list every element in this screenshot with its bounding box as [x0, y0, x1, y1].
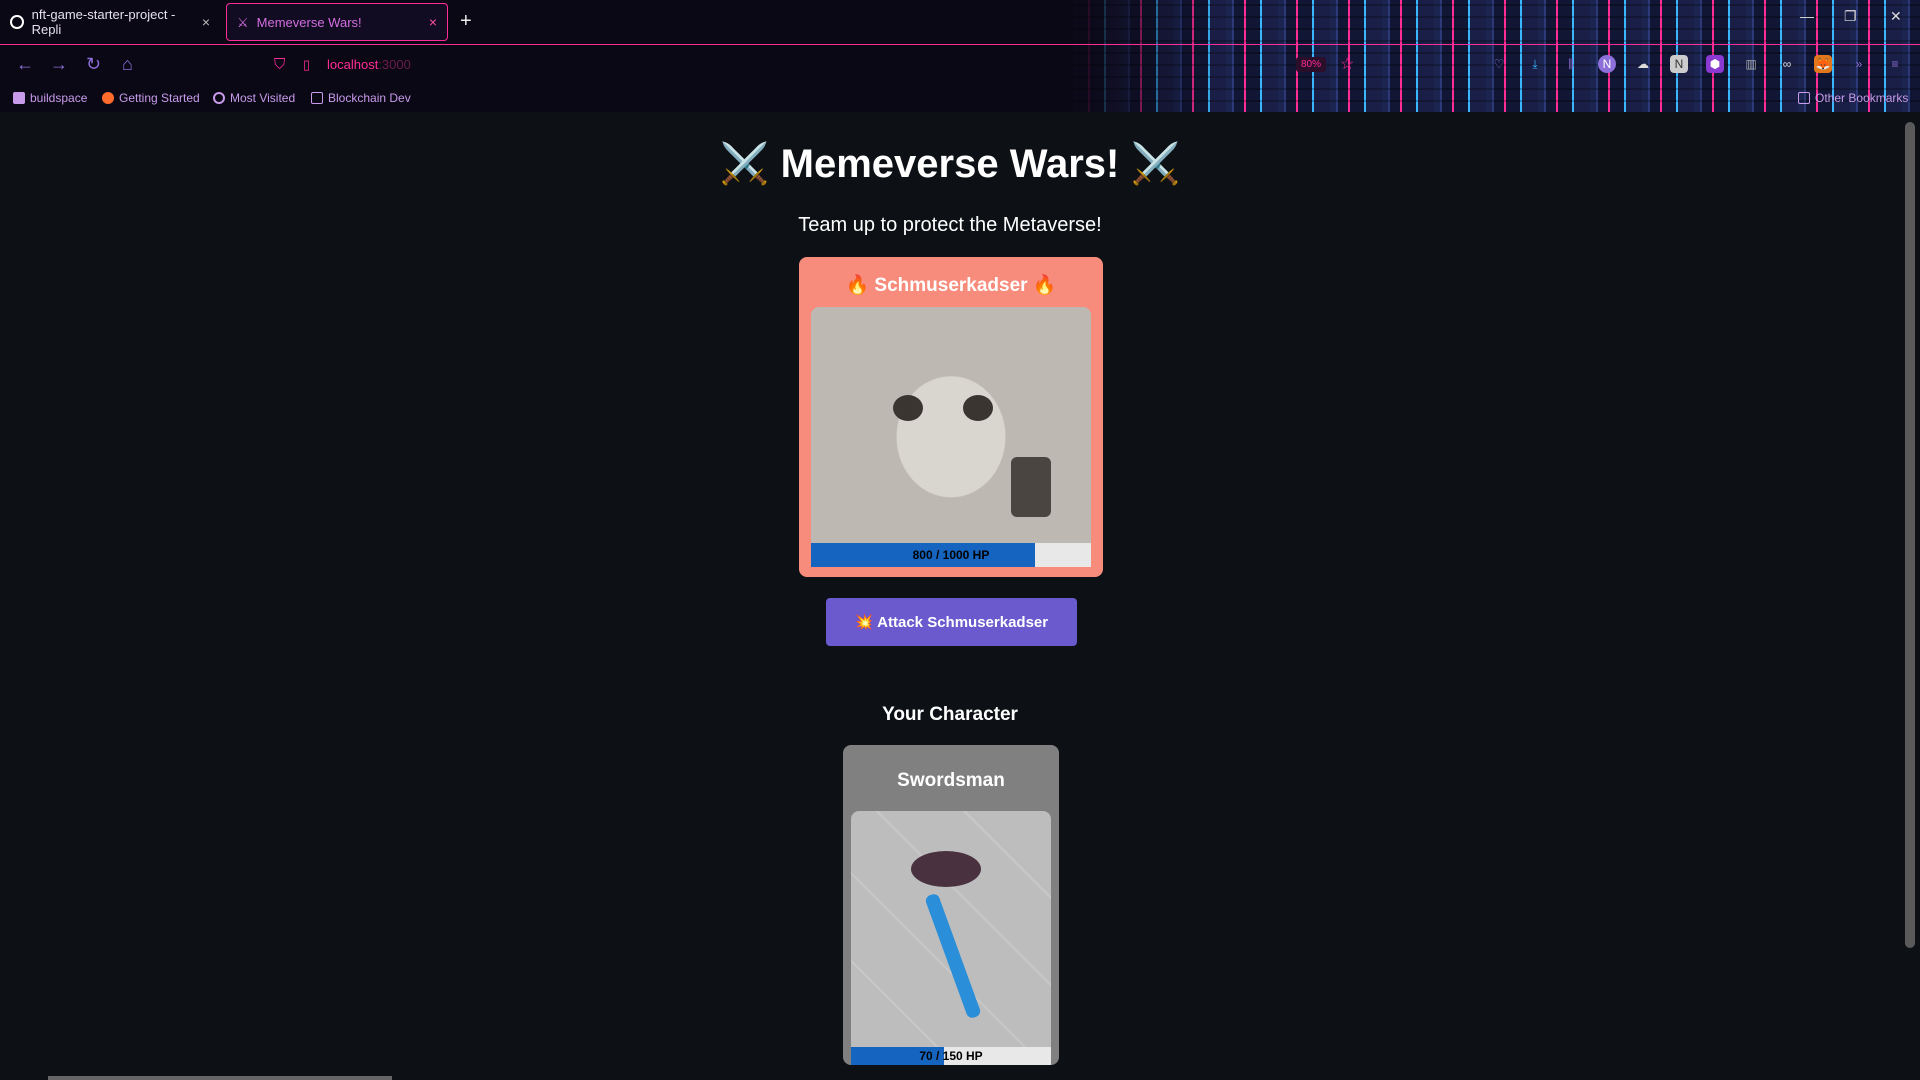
url-host: localhost: [327, 57, 379, 72]
restore-icon[interactable]: ❐: [1844, 8, 1857, 25]
other-bookmarks[interactable]: Other Bookmarks: [1798, 91, 1908, 105]
notion-extension-icon[interactable]: N: [1670, 55, 1688, 73]
bookmark-getting-started[interactable]: Getting Started: [102, 91, 200, 105]
horizontal-scroll-thumb[interactable]: [48, 1076, 392, 1080]
tab-bar: nft-game-starter-project - Repli × ⚔ Mem…: [0, 0, 1920, 44]
pocket-icon[interactable]: ♡: [1490, 55, 1508, 73]
page-subtitle: Team up to protect the Metaverse!: [798, 214, 1102, 236]
mask-extension-icon[interactable]: ∞: [1778, 55, 1796, 73]
tab-title: Memeverse Wars!: [256, 14, 362, 30]
vertical-scrollbar[interactable]: [1900, 112, 1920, 1068]
game-extension-icon[interactable]: ☁: [1634, 55, 1652, 73]
boss-hp-bar: 800 / 1000 HP: [811, 543, 1091, 567]
menu-icon[interactable]: ≡: [1886, 55, 1904, 73]
reload-icon[interactable]: ↻: [86, 54, 101, 75]
close-tab-icon[interactable]: ×: [202, 14, 210, 30]
boss-hp-label: 800 / 1000 HP: [912, 548, 990, 562]
close-tab-icon[interactable]: ×: [429, 14, 437, 30]
bookmark-label: Most Visited: [230, 91, 296, 105]
home-icon[interactable]: ⌂: [122, 54, 133, 75]
bars-extension-icon[interactable]: ▥: [1742, 55, 1760, 73]
zoom-level-badge[interactable]: 80%: [1296, 57, 1327, 72]
bookmark-most-visited[interactable]: Most Visited: [213, 91, 295, 105]
firefox-icon: [102, 92, 114, 104]
your-character-heading: Your Character: [882, 704, 1018, 725]
knife-shape: [924, 892, 982, 1020]
tab-title: nft-game-starter-project - Repli: [31, 7, 176, 37]
bookmark-buildspace[interactable]: buildspace: [13, 91, 87, 105]
library-icon[interactable]: ⫼: [1562, 55, 1580, 73]
bookmark-blockchain-dev[interactable]: Blockchain Dev: [311, 91, 411, 105]
player-image: [851, 811, 1051, 1047]
page-info-icon[interactable]: ▯: [303, 57, 310, 73]
boss-image: [811, 307, 1091, 543]
bookmarks-toolbar: buildspace Getting Started Most Visited …: [0, 88, 1920, 110]
crab-body: [911, 851, 981, 887]
bookmark-label: buildspace: [30, 91, 88, 105]
hex-extension-icon[interactable]: ⬢: [1706, 55, 1724, 73]
boss-name: 🔥 Schmuserkadser 🔥: [845, 275, 1057, 296]
gear-icon: [213, 92, 225, 104]
browser-chrome: nft-game-starter-project - Repli × ⚔ Mem…: [0, 0, 1920, 112]
cat-eye: [963, 395, 993, 421]
horizontal-scrollbar[interactable]: [0, 1068, 1920, 1080]
bookmark-star-icon[interactable]: ☆: [1340, 54, 1354, 74]
metamask-fox-icon[interactable]: 🦊: [1814, 55, 1832, 73]
overflow-chevron-icon[interactable]: »: [1850, 55, 1868, 73]
tab-memeverse-wars[interactable]: ⚔ Memeverse Wars! ×: [226, 3, 448, 41]
attack-button[interactable]: 💥 Attack Schmuserkadser: [826, 598, 1077, 646]
shield-icon[interactable]: ⛉: [274, 56, 285, 73]
folder-icon: [311, 92, 323, 104]
minimize-icon[interactable]: —: [1800, 8, 1814, 24]
cat-eye: [893, 395, 923, 421]
page-content: ⚔️ Memeverse Wars! ⚔️ Team up to protect…: [0, 112, 1900, 1068]
forward-arrow-icon[interactable]: →: [50, 54, 68, 75]
pistol-shape: [1011, 457, 1051, 517]
vertical-scroll-thumb[interactable]: [1905, 122, 1915, 948]
back-arrow-icon[interactable]: ←: [16, 54, 34, 75]
bookmark-label: Blockchain Dev: [328, 91, 411, 105]
player-hp-bar: 70 / 150 HP: [851, 1047, 1051, 1065]
player-card: Swordsman 70 / 150 HP: [843, 745, 1059, 1065]
navigation-bar: ← → ↻ ⌂ ⛉ ▯ localhost:3000 80% ☆ ♡ ⤓ ⫼ N…: [0, 44, 1920, 84]
player-hp-label: 70 / 150 HP: [919, 1049, 983, 1063]
new-tab-button[interactable]: +: [460, 10, 472, 33]
boss-card: 🔥 Schmuserkadser 🔥 800 / 1000 HP: [799, 257, 1103, 577]
url-port: :3000: [378, 57, 411, 72]
address-bar[interactable]: localhost:3000: [327, 57, 411, 72]
replit-favicon-icon: [10, 15, 24, 29]
bookmark-label: Other Bookmarks: [1815, 91, 1909, 105]
close-window-icon[interactable]: ✕: [1890, 8, 1902, 25]
buildspace-icon: [13, 92, 25, 104]
player-name: Swordsman: [897, 770, 1005, 791]
tab-replit[interactable]: nft-game-starter-project - Repli ×: [0, 3, 220, 41]
download-icon[interactable]: ⤓: [1526, 55, 1544, 73]
n-extension-icon[interactable]: N: [1598, 55, 1616, 73]
folder-icon: [1798, 92, 1810, 104]
bookmark-label: Getting Started: [119, 91, 200, 105]
page-title: ⚔️ Memeverse Wars! ⚔️: [719, 142, 1181, 186]
crossed-swords-icon: ⚔: [237, 15, 249, 30]
